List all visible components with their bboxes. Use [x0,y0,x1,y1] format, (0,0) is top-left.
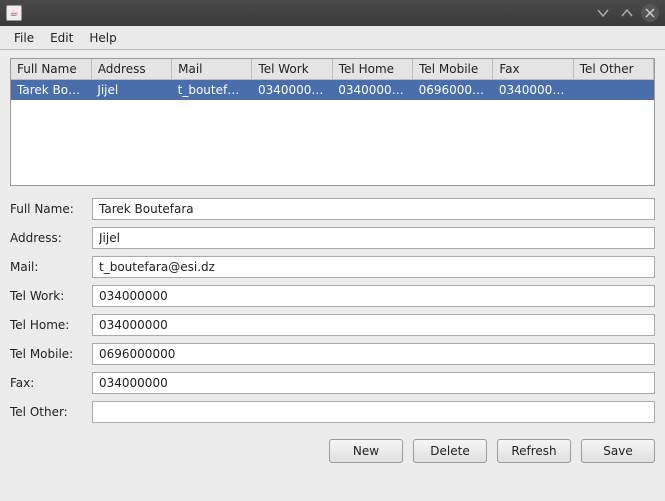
cell-full-name: Tarek Bo… [11,80,91,101]
delete-button[interactable]: Delete [413,439,487,463]
cell-tel-other [573,80,653,101]
menu-file[interactable]: File [6,28,42,48]
col-tel-home[interactable]: Tel Home [332,59,412,80]
menu-edit[interactable]: Edit [42,28,81,48]
cell-address: Jijel [91,80,171,101]
input-address[interactable] [92,227,655,249]
input-tel-home[interactable] [92,314,655,336]
app-icon: ☕ [6,5,22,21]
menu-help[interactable]: Help [81,28,124,48]
cell-fax: 0340000… [493,80,573,101]
col-full-name[interactable]: Full Name [11,59,91,80]
close-button[interactable] [641,4,659,22]
col-tel-other[interactable]: Tel Other [573,59,653,80]
col-fax[interactable]: Fax [493,59,573,80]
col-mail[interactable]: Mail [172,59,252,80]
label-tel-mobile: Tel Mobile: [10,347,88,361]
label-tel-work: Tel Work: [10,289,88,303]
content-area: Full Name Address Mail Tel Work Tel Home… [0,50,665,501]
input-tel-other[interactable] [92,401,655,423]
refresh-button[interactable]: Refresh [497,439,571,463]
cell-mail: t_boutef… [172,80,252,101]
label-tel-home: Tel Home: [10,318,88,332]
minimize-button[interactable] [593,3,613,23]
save-button[interactable]: Save [581,439,655,463]
table-header-row: Full Name Address Mail Tel Work Tel Home… [11,59,654,80]
label-fax: Fax: [10,376,88,390]
input-tel-work[interactable] [92,285,655,307]
maximize-button[interactable] [617,3,637,23]
label-tel-other: Tel Other: [10,405,88,419]
cell-tel-work: 0340000… [252,80,332,101]
contacts-table[interactable]: Full Name Address Mail Tel Work Tel Home… [11,59,654,100]
col-tel-mobile[interactable]: Tel Mobile [413,59,493,80]
input-mail[interactable] [92,256,655,278]
details-form: Full Name: Address: Mail: Tel Work: Tel … [10,198,655,423]
new-button[interactable]: New [329,439,403,463]
col-address[interactable]: Address [91,59,171,80]
table-row[interactable]: Tarek Bo… Jijel t_boutef… 0340000… 03400… [11,80,654,101]
cell-tel-mobile: 0696000… [413,80,493,101]
input-fax[interactable] [92,372,655,394]
app-window: ☕ File Edit Help Full [0,0,665,501]
contacts-table-wrap: Full Name Address Mail Tel Work Tel Home… [10,58,655,186]
menubar: File Edit Help [0,26,665,50]
label-full-name: Full Name: [10,202,88,216]
button-row: New Delete Refresh Save [10,439,655,463]
input-full-name[interactable] [92,198,655,220]
col-tel-work[interactable]: Tel Work [252,59,332,80]
cell-tel-home: 0340000… [332,80,412,101]
titlebar: ☕ [0,0,665,26]
label-mail: Mail: [10,260,88,274]
label-address: Address: [10,231,88,245]
input-tel-mobile[interactable] [92,343,655,365]
